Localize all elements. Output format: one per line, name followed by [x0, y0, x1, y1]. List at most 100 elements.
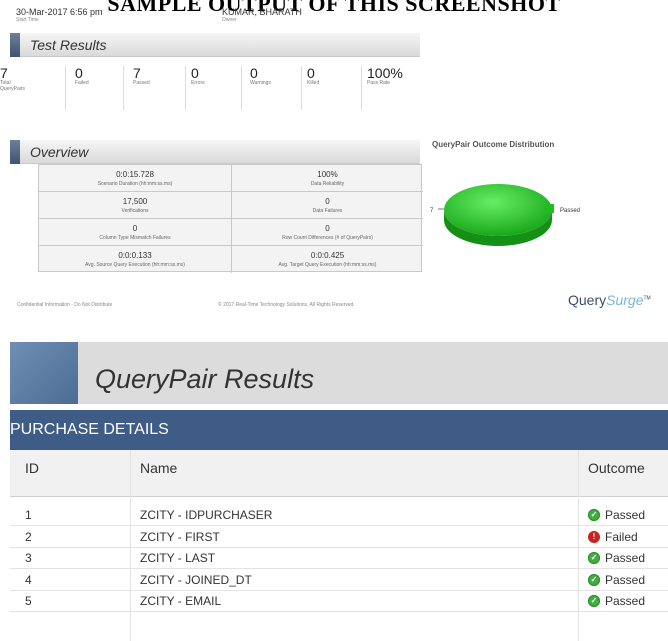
row-name[interactable]: ZCITY - EMAIL — [140, 594, 221, 608]
overview-label: Column Type Mismatch Failures — [99, 235, 171, 241]
overview-cell: 0 Column Type Mismatch Failures — [39, 219, 231, 246]
stat-errors-label: Errors — [191, 80, 205, 86]
stat-failed: 0 Failed — [66, 66, 124, 110]
row-name[interactable]: ZCITY - FIRST — [140, 530, 220, 544]
test-results-header: Test Results — [10, 33, 420, 57]
row-outcome-label: Passed — [605, 508, 646, 522]
purchase-details-bar: PURCHASE DETAILS — [10, 410, 668, 450]
overview-value: 0:0:15.728 — [116, 170, 154, 179]
overview-label: Avg. Target Query Execution (hh:mm:ss.ms… — [278, 262, 377, 268]
stat-total: 7 Total QueryPairs — [0, 66, 66, 110]
row-name[interactable]: ZCITY - JOINED_DT — [140, 573, 252, 587]
stat-passed-value: 7 — [133, 65, 141, 81]
stat-pass-rate-value: 100% — [367, 65, 403, 81]
row-id: 2 — [25, 529, 32, 544]
overview-cell: 0:0:0.425 Avg. Target Query Execution (h… — [231, 246, 423, 273]
stat-warnings-value: 0 — [250, 65, 258, 81]
overview-label: Data Reliability — [310, 181, 345, 187]
overview-label: Verifications — [121, 208, 149, 214]
overview-value: 0:0:0.133 — [118, 251, 152, 260]
row-outcome: ✓ Passed — [588, 551, 645, 565]
row-id: 1 — [25, 508, 32, 522]
stat-failed-label: Failed — [75, 80, 89, 86]
overview-value: 0 — [132, 224, 138, 233]
stat-killed-label: Killed — [307, 80, 320, 86]
section-tab-marker — [10, 33, 20, 57]
row-name[interactable]: ZCITY - IDPURCHASER — [140, 508, 272, 522]
table-row[interactable]: 4 ZCITY - JOINED_DT ✓ Passed — [10, 570, 668, 591]
legend-label-passed: Passed — [560, 208, 580, 214]
stat-total-value: 7 — [0, 65, 8, 81]
table-row[interactable]: 1 ZCITY - IDPURCHASER ✓ Passed — [10, 505, 668, 526]
stat-passed-label: Passed — [133, 80, 150, 86]
row-outcome: ✓ Passed — [588, 594, 645, 608]
overview-value: 0 — [325, 224, 330, 233]
col-name-header[interactable]: Name — [140, 460, 177, 476]
stat-warnings: 0 Warnings — [242, 66, 302, 110]
overview-cell: 0 Data Failures — [231, 192, 423, 219]
overview-value: 100% — [317, 170, 338, 179]
logo-surge: Surge — [606, 292, 644, 308]
stat-passed: 7 Passed — [124, 66, 186, 110]
footer-confidential: Confidential Information - Do Not Distri… — [17, 302, 113, 308]
overview-cell: 17,500 Verifications — [39, 192, 231, 219]
section-tab-marker — [10, 140, 20, 164]
footer-copyright: © 2017 Real-Time Technology Solutions. A… — [218, 302, 355, 308]
owner-label: Owner — [222, 17, 237, 23]
column-divider — [578, 450, 579, 641]
test-results-stats: 7 Total QueryPairs 0 Failed 7 Passed 0 E… — [0, 66, 422, 110]
row-id: 5 — [25, 594, 32, 608]
outcome-pie-chart: 7 Passed — [430, 184, 580, 246]
querypair-results-header: QueryPair Results — [10, 342, 668, 404]
purchase-details-title: PURCHASE DETAILS — [10, 421, 169, 438]
header-accent-block — [10, 342, 78, 404]
row-name[interactable]: ZCITY - LAST — [140, 551, 215, 565]
overview-value: 0 — [325, 197, 330, 206]
stat-errors: 0 Errors — [186, 66, 242, 110]
stat-errors-value: 0 — [191, 65, 199, 81]
row-id: 4 — [25, 572, 32, 587]
legend-swatch-passed — [545, 204, 554, 213]
row-outcome: ✓ Passed — [588, 573, 645, 587]
querypair-results-title: QueryPair Results — [95, 364, 315, 394]
overview-title: Overview — [30, 144, 89, 160]
row-outcome-label: Passed — [605, 594, 646, 608]
row-outcome: ✓ Passed — [588, 508, 645, 522]
overview-label: Scenario Duration (hh:mm:ss.ms) — [97, 181, 173, 187]
start-time: 30-Mar-2017 6:56 pm Start Time — [16, 7, 103, 23]
test-results-title: Test Results — [30, 37, 107, 53]
logo-tm: TM — [643, 295, 651, 302]
owner-value: KUMAR, BHARATH — [222, 7, 302, 17]
overview-label: Data Failures — [312, 208, 343, 214]
row-id: 3 — [25, 551, 32, 565]
stat-killed-value: 0 — [307, 65, 315, 81]
overview-header: Overview — [10, 140, 420, 164]
table-row[interactable]: 2 ZCITY - FIRST! Failed — [10, 527, 668, 548]
chart-title: QueryPair Outcome Distribution — [432, 140, 555, 149]
overview-label: Avg. Source Query Execution (hh:mm:ss.ms… — [85, 262, 185, 268]
check-icon: ✓ — [588, 595, 600, 607]
overview-cell: 0:0:0.133 Avg. Source Query Execution (h… — [39, 246, 231, 273]
col-outcome-header[interactable]: Outcome — [588, 460, 645, 476]
check-icon: ✓ — [588, 509, 600, 521]
row-outcome-label: Failed — [605, 529, 638, 544]
owner: KUMAR, BHARATH Owner — [222, 7, 302, 23]
overview-cell: 100% Data Reliability — [231, 165, 423, 192]
overview-cell: 0:0:15.728 Scenario Duration (hh:mm:ss.m… — [39, 165, 231, 192]
stat-killed: 0 Killed — [302, 66, 362, 110]
check-icon: ✓ — [588, 573, 600, 586]
overview-cell: 0 Row Count Differences (# of QueryPairs… — [231, 219, 423, 246]
check-icon: ✓ — [588, 552, 600, 564]
querysurge-logo: QuerySurgeTM — [568, 292, 651, 308]
column-divider — [130, 450, 131, 641]
stat-failed-value: 0 — [75, 65, 83, 81]
row-outcome: ! Failed — [588, 530, 638, 544]
error-icon: ! — [588, 530, 600, 543]
row-outcome-label: Passed — [605, 551, 646, 565]
row-outcome-label: Passed — [605, 572, 646, 587]
logo-query: Query — [568, 292, 607, 308]
table-row[interactable]: 5 ZCITY - EMAIL ✓ Passed — [10, 591, 668, 612]
table-row[interactable]: 3 ZCITY - LAST ✓ Passed — [10, 548, 668, 569]
col-id-header[interactable]: ID — [25, 460, 39, 476]
start-time-label: Start Time — [16, 17, 39, 23]
